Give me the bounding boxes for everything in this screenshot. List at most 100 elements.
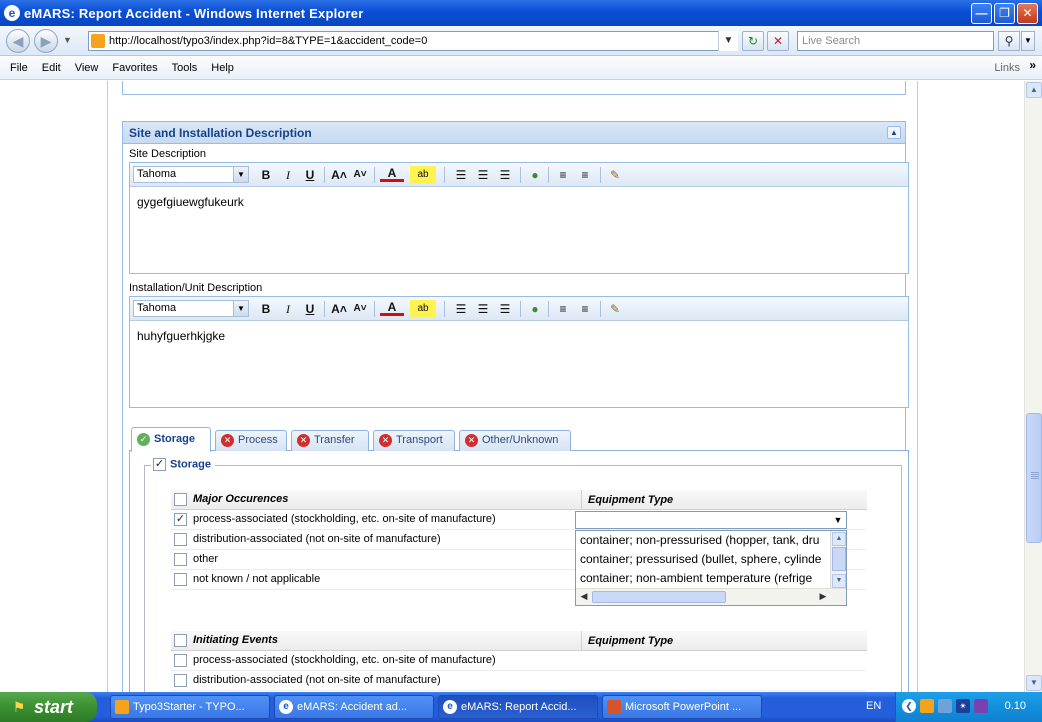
align-right-icon[interactable]: ☰	[496, 300, 514, 318]
collapse-up-icon[interactable]: ▲	[887, 126, 901, 139]
stop-button[interactable]: ✕	[767, 31, 789, 51]
search-icon[interactable]: ⚲	[998, 31, 1020, 51]
scroll-left-icon[interactable]: ◀	[577, 590, 591, 604]
ordered-list-icon[interactable]: ≡	[554, 166, 572, 184]
restore-button[interactable]: ❐	[994, 2, 1015, 24]
language-indicator[interactable]: EN	[866, 700, 881, 712]
links-toolbar[interactable]: Links	[994, 62, 1020, 74]
underline-button[interactable]: U	[302, 300, 318, 318]
site-description-text[interactable]: gygefgiuewgfukeurk	[130, 187, 908, 217]
chevron-down-icon[interactable]: ▼	[830, 512, 846, 528]
align-left-icon[interactable]: ☰	[452, 166, 470, 184]
url-dropdown-icon[interactable]: ▼	[718, 31, 738, 51]
highlight-button[interactable]: ab	[410, 300, 436, 318]
table-row[interactable]: process-associated (stockholding, etc. o…	[171, 651, 867, 671]
row-checkbox[interactable]	[174, 553, 187, 566]
ordered-list-icon[interactable]: ≡	[554, 300, 572, 318]
row-checkbox[interactable]	[174, 533, 187, 546]
underline-button[interactable]: U	[302, 166, 318, 184]
menu-help[interactable]: Help	[204, 62, 241, 74]
table-row[interactable]: distribution-associated (not on-site of …	[171, 671, 867, 691]
taskbar-button-typo3[interactable]: Typo3Starter - TYPO...	[110, 695, 270, 719]
minimize-button[interactable]: —	[971, 2, 992, 24]
bold-button[interactable]: B	[258, 300, 274, 318]
increase-font-button[interactable]: A˄	[330, 300, 348, 318]
url-input[interactable]: http://localhost/typo3/index.php?id=8&TY…	[88, 31, 738, 51]
bullet-list-icon[interactable]: ≡	[576, 166, 594, 184]
align-center-icon[interactable]: ☰	[474, 300, 492, 318]
italic-button[interactable]: I	[280, 300, 296, 318]
network-icon[interactable]	[938, 699, 952, 713]
scroll-up-icon[interactable]: ▲	[832, 532, 846, 546]
page-vertical-scrollbar[interactable]: ▲ ▼	[1024, 81, 1042, 692]
refresh-button[interactable]: ↻	[742, 31, 764, 51]
taskbar-button-powerpoint[interactable]: Microsoft PowerPoint ...	[602, 695, 762, 719]
tab-transport[interactable]: ✕ Transport	[373, 430, 455, 451]
align-left-icon[interactable]: ☰	[452, 300, 470, 318]
storage-checkbox[interactable]: ✓	[153, 458, 166, 471]
bold-button[interactable]: B	[258, 166, 274, 184]
menu-view[interactable]: View	[68, 62, 106, 74]
font-color-button[interactable]: A	[380, 300, 404, 316]
chevron-right-icon[interactable]: »	[1029, 58, 1036, 72]
link-icon[interactable]: ●	[526, 300, 544, 318]
source-edit-icon[interactable]: ✎	[606, 166, 624, 184]
dropdown-option[interactable]: container; non-pressurised (hopper, tank…	[576, 531, 830, 550]
dropdown-horizontal-scrollbar[interactable]: ◀ ▶	[576, 588, 846, 605]
row-checkbox[interactable]	[174, 674, 187, 687]
scroll-thumb[interactable]	[592, 591, 726, 603]
scroll-up-icon[interactable]: ▲	[1026, 82, 1042, 98]
row-checkbox[interactable]	[174, 654, 187, 667]
align-right-icon[interactable]: ☰	[496, 166, 514, 184]
search-options-icon[interactable]: ▼	[1021, 31, 1035, 51]
history-dropdown-icon[interactable]: ▼	[63, 35, 72, 45]
tray-expand-icon[interactable]: ❮	[902, 699, 916, 713]
back-button[interactable]: ◀	[6, 29, 30, 53]
close-button[interactable]: ✕	[1017, 2, 1038, 24]
tab-storage[interactable]: ✓ Storage	[131, 427, 211, 452]
tab-label: Other/Unknown	[482, 434, 559, 446]
installation-description-text[interactable]: huhyfguerhkjgke	[130, 321, 908, 351]
source-edit-icon[interactable]: ✎	[606, 300, 624, 318]
menu-file[interactable]: File	[0, 62, 35, 74]
tab-process[interactable]: ✕ Process	[215, 430, 287, 451]
dropdown-vertical-scrollbar[interactable]: ▲ ▼	[830, 531, 846, 589]
start-button[interactable]: ⚑ start	[0, 692, 97, 722]
dropdown-option[interactable]: container; pressurised (bullet, sphere, …	[576, 550, 830, 569]
row-checkbox[interactable]: ✓	[174, 513, 187, 526]
equipment-type-select[interactable]: ▼	[575, 511, 847, 529]
menu-edit[interactable]: Edit	[35, 62, 68, 74]
select-all-checkbox[interactable]	[174, 634, 187, 647]
typo3-tray-icon[interactable]	[920, 699, 934, 713]
decrease-font-button[interactable]: A˅	[352, 166, 368, 184]
scroll-thumb[interactable]	[1026, 413, 1042, 543]
scroll-down-icon[interactable]: ▼	[1026, 675, 1042, 691]
font-select[interactable]: Tahoma ▼	[133, 166, 249, 183]
table-row[interactable]: ✓ process-associated (stockholding, etc.…	[171, 510, 867, 530]
tab-other-unknown[interactable]: ✕ Other/Unknown	[459, 430, 571, 451]
highlight-button[interactable]: ab	[410, 166, 436, 184]
decrease-font-button[interactable]: A˅	[352, 300, 368, 318]
forward-button[interactable]: ▶	[34, 29, 58, 53]
scroll-thumb[interactable]	[832, 547, 846, 571]
security-icon[interactable]	[974, 699, 988, 713]
tab-transfer[interactable]: ✕ Transfer	[291, 430, 369, 451]
bullet-list-icon[interactable]: ≡	[576, 300, 594, 318]
scroll-right-icon[interactable]: ▶	[816, 590, 830, 604]
menu-favorites[interactable]: Favorites	[105, 62, 164, 74]
align-center-icon[interactable]: ☰	[474, 166, 492, 184]
font-color-button[interactable]: A	[380, 166, 404, 182]
taskbar-button-emars-accident[interactable]: e eMARS: Accident ad...	[274, 695, 434, 719]
link-icon[interactable]: ●	[526, 166, 544, 184]
search-input[interactable]: Live Search	[797, 31, 994, 51]
italic-button[interactable]: I	[280, 166, 296, 184]
bluetooth-icon[interactable]: ✴	[956, 699, 970, 713]
increase-font-button[interactable]: A˄	[330, 166, 348, 184]
select-all-checkbox[interactable]	[174, 493, 187, 506]
row-checkbox[interactable]	[174, 573, 187, 586]
font-select[interactable]: Tahoma ▼	[133, 300, 249, 317]
scroll-down-icon[interactable]: ▼	[832, 574, 846, 588]
taskbar-button-emars-report[interactable]: e eMARS: Report Accid...	[438, 695, 598, 719]
menu-tools[interactable]: Tools	[165, 62, 205, 74]
dropdown-option[interactable]: container; non-ambient temperature (refr…	[576, 569, 830, 588]
